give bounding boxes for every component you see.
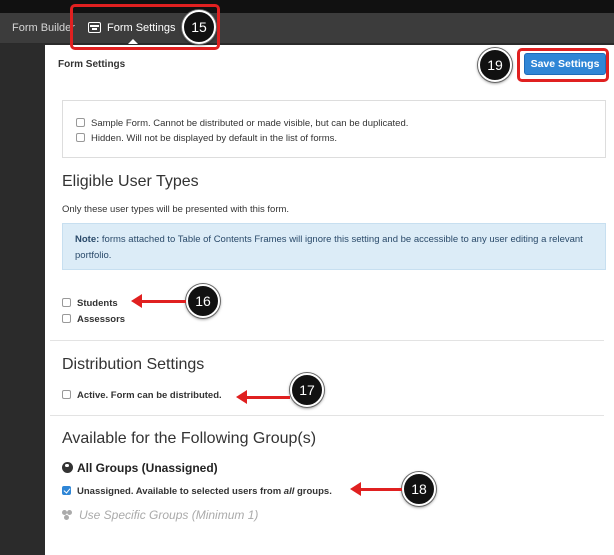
students-label: Students (77, 298, 118, 309)
use-specific-groups-label: Use Specific Groups (Minimum 1) (79, 508, 259, 522)
callout-17: 17 (290, 373, 324, 407)
arrow-18 (350, 482, 402, 496)
groups-icon (62, 510, 74, 519)
assessors-option[interactable]: Assessors (62, 314, 125, 325)
tab-form-builder[interactable]: Form Builder (12, 13, 75, 44)
assessors-checkbox[interactable] (62, 314, 71, 323)
unassigned-checkbox[interactable] (62, 486, 71, 495)
unassigned-label: Unassigned. Available to selected users … (77, 486, 332, 497)
note-label: Note: (75, 234, 100, 245)
sample-form-option[interactable]: Sample Form. Cannot be distributed or ma… (76, 118, 408, 129)
sample-form-checkbox[interactable] (76, 118, 85, 127)
all-groups-label: All Groups (Unassigned) (77, 461, 218, 475)
hidden-checkbox[interactable] (76, 133, 85, 142)
divider (50, 340, 604, 341)
hidden-label: Hidden. Will not be displayed by default… (91, 133, 338, 144)
students-checkbox[interactable] (62, 298, 71, 307)
highlight-save-settings (517, 48, 609, 82)
callout-19: 19 (478, 48, 512, 82)
note-box: Note: forms attached to Table of Content… (62, 223, 606, 270)
unassigned-label-emphasis: all (283, 486, 295, 497)
active-option[interactable]: Active. Form can be distributed. (62, 390, 222, 401)
unassigned-label-prefix: Unassigned. Available to selected users … (77, 486, 284, 497)
eligible-user-types-subtitle: Only these user types will be presented … (62, 204, 290, 215)
distribution-settings-heading: Distribution Settings (62, 356, 205, 373)
page-title: Form Settings (58, 59, 126, 70)
form-options-box: Sample Form. Cannot be distributed or ma… (62, 100, 606, 158)
unassigned-label-suffix: groups. (294, 486, 332, 497)
globe-icon (62, 462, 73, 473)
callout-15: 15 (182, 10, 216, 44)
active-label: Active. Form can be distributed. (77, 390, 222, 401)
note-text: forms attached to Table of Contents Fram… (75, 234, 583, 261)
callout-18: 18 (402, 472, 436, 506)
sample-form-label: Sample Form. Cannot be distributed or ma… (91, 118, 409, 129)
hidden-option[interactable]: Hidden. Will not be displayed by default… (76, 133, 337, 144)
tab-form-builder-label: Form Builder (12, 22, 75, 34)
assessors-label: Assessors (77, 314, 126, 325)
use-specific-groups-option[interactable]: Use Specific Groups (Minimum 1) (62, 508, 258, 522)
eligible-user-types-heading: Eligible User Types (62, 173, 199, 190)
arrow-17 (236, 390, 290, 404)
all-groups-option[interactable]: All Groups (Unassigned) (62, 461, 218, 475)
active-checkbox[interactable] (62, 390, 71, 399)
divider (50, 415, 604, 416)
groups-heading: Available for the Following Group(s) (62, 430, 317, 447)
students-option[interactable]: Students (62, 298, 118, 309)
unassigned-option[interactable]: Unassigned. Available to selected users … (62, 486, 332, 497)
arrow-16 (131, 294, 186, 308)
callout-16: 16 (186, 284, 220, 318)
